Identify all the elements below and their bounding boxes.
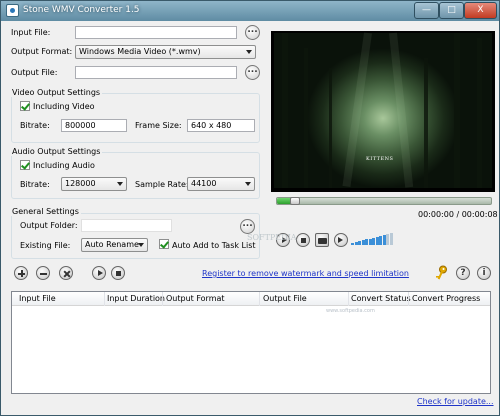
video-bitrate-label: Bitrate: — [20, 121, 50, 130]
volume-slider[interactable] — [351, 232, 393, 245]
audio-settings-group — [11, 152, 260, 199]
chevron-down-icon — [245, 182, 251, 186]
frame-size-field[interactable]: 640 x 480 — [187, 119, 255, 132]
chevron-down-icon — [246, 50, 252, 54]
tree-silhouette — [282, 33, 288, 188]
video-caption: KITTENS — [366, 156, 394, 162]
column-separator — [162, 292, 163, 306]
video-frame-image — [274, 32, 492, 188]
audio-settings-title: Audio Output Settings — [10, 147, 103, 156]
volume-level-bar — [389, 233, 393, 245]
register-link[interactable]: Register to remove watermark and speed l… — [202, 269, 409, 278]
column-convert-progress[interactable]: Convert Progress — [412, 294, 480, 303]
including-audio-checkbox[interactable] — [20, 160, 30, 170]
input-file-label: Input File: — [11, 28, 51, 37]
tree-silhouette — [424, 58, 428, 188]
close-button[interactable]: X — [464, 2, 497, 19]
light-ray — [389, 32, 414, 188]
app-icon — [6, 4, 19, 17]
including-video-label: Including Video — [33, 102, 95, 111]
audio-bitrate-label: Bitrate: — [20, 180, 50, 189]
output-folder-label: Output Folder: — [20, 221, 78, 230]
video-settings-group — [11, 93, 260, 143]
speaker-icon — [338, 237, 343, 243]
video-settings-title: Video Output Settings — [10, 88, 103, 97]
convert-start-button[interactable] — [92, 266, 106, 280]
sample-rate-value: 44100 — [191, 179, 217, 188]
video-preview[interactable]: KITTENS — [271, 31, 495, 192]
output-format-select[interactable]: Windows Media Video (*.wmv) — [75, 45, 256, 59]
column-separator — [259, 292, 260, 306]
column-input-duration[interactable]: Input Duration — [107, 294, 165, 303]
output-file-field[interactable] — [75, 66, 237, 79]
window-title: Stone WMV Converter 1.5 — [23, 5, 140, 15]
help-button[interactable]: ? — [456, 266, 470, 280]
column-input-file[interactable]: Input File — [19, 294, 56, 303]
play-icon — [98, 270, 103, 276]
volume-button[interactable] — [334, 233, 348, 247]
info-icon: i — [482, 268, 486, 278]
audio-bitrate-value: 128000 — [65, 179, 96, 188]
output-format-value: Windows Media Video (*.wmv) — [79, 47, 201, 56]
frame-size-label: Frame Size: — [135, 121, 182, 130]
convert-stop-button[interactable] — [111, 266, 125, 280]
softpedia-watermark: SOFTPEDIA — [247, 233, 297, 242]
column-separator — [104, 292, 105, 306]
playback-time: 00:00:00 / 00:00:08 — [418, 210, 498, 219]
seek-thumb[interactable] — [289, 197, 300, 205]
column-convert-status[interactable]: Convert Status — [351, 294, 411, 303]
snapshot-button[interactable] — [315, 233, 329, 247]
chevron-down-icon — [138, 243, 144, 247]
seek-bar[interactable] — [276, 197, 492, 205]
input-file-field[interactable] — [75, 26, 237, 39]
stop-icon — [301, 238, 306, 243]
column-separator — [408, 292, 409, 306]
camera-icon — [318, 238, 327, 244]
audio-bitrate-select[interactable]: 128000 — [61, 177, 127, 191]
tree-silhouette — [329, 68, 332, 188]
output-folder-browse-button[interactable]: ... — [240, 219, 255, 234]
column-output-format[interactable]: Output Format — [166, 294, 225, 303]
title-bar[interactable]: Stone WMV Converter 1.5 — □ X — [1, 1, 499, 21]
about-button[interactable]: i — [477, 266, 491, 280]
minus-icon — [40, 272, 47, 275]
tree-silhouette — [304, 48, 308, 188]
chevron-down-icon — [117, 182, 123, 186]
video-bitrate-field[interactable]: 800000 — [61, 119, 127, 132]
existing-file-value: Auto Rename — [85, 240, 139, 249]
output-file-label: Output File: — [11, 68, 58, 77]
light-ray — [342, 32, 372, 188]
key-icon[interactable] — [434, 265, 448, 280]
help-icon: ? — [460, 268, 466, 278]
task-list-header: Input File Input Duration Output Format … — [12, 292, 490, 306]
column-separator — [348, 292, 349, 306]
minimize-button[interactable]: — — [414, 2, 439, 19]
remove-button[interactable] — [36, 266, 50, 280]
existing-file-select[interactable]: Auto Rename — [81, 238, 148, 252]
output-file-browse-button[interactable]: ... — [245, 65, 260, 80]
list-watermark: www.softpedia.com — [326, 308, 375, 314]
including-video-checkbox[interactable] — [20, 101, 30, 111]
auto-add-task-checkbox[interactable] — [159, 239, 169, 249]
tree-silhouette — [477, 38, 482, 188]
existing-file-label: Existing File: — [20, 241, 71, 250]
stop-icon — [116, 271, 121, 276]
sample-rate-select[interactable]: 44100 — [187, 177, 255, 191]
column-output-file[interactable]: Output File — [263, 294, 307, 303]
including-audio-label: Including Audio — [33, 161, 95, 170]
output-folder-field[interactable] — [81, 219, 172, 232]
input-file-browse-button[interactable]: ... — [245, 25, 260, 40]
check-update-link[interactable]: Check for update... — [417, 397, 494, 406]
sample-rate-label: Sample Rate: — [135, 180, 189, 189]
add-button[interactable] — [14, 266, 28, 280]
general-settings-title: General Settings — [10, 207, 81, 216]
tree-silhouette — [454, 33, 460, 188]
stop-button[interactable] — [296, 233, 310, 247]
app-window: Stone WMV Converter 1.5 — □ X Input File… — [0, 0, 500, 416]
task-list[interactable]: Input File Input Duration Output Format … — [11, 291, 491, 394]
auto-add-task-label: Auto Add to Task List — [172, 241, 256, 250]
output-format-label: Output Format: — [11, 47, 73, 56]
maximize-button[interactable]: □ — [439, 2, 464, 19]
clear-button[interactable] — [59, 266, 73, 280]
